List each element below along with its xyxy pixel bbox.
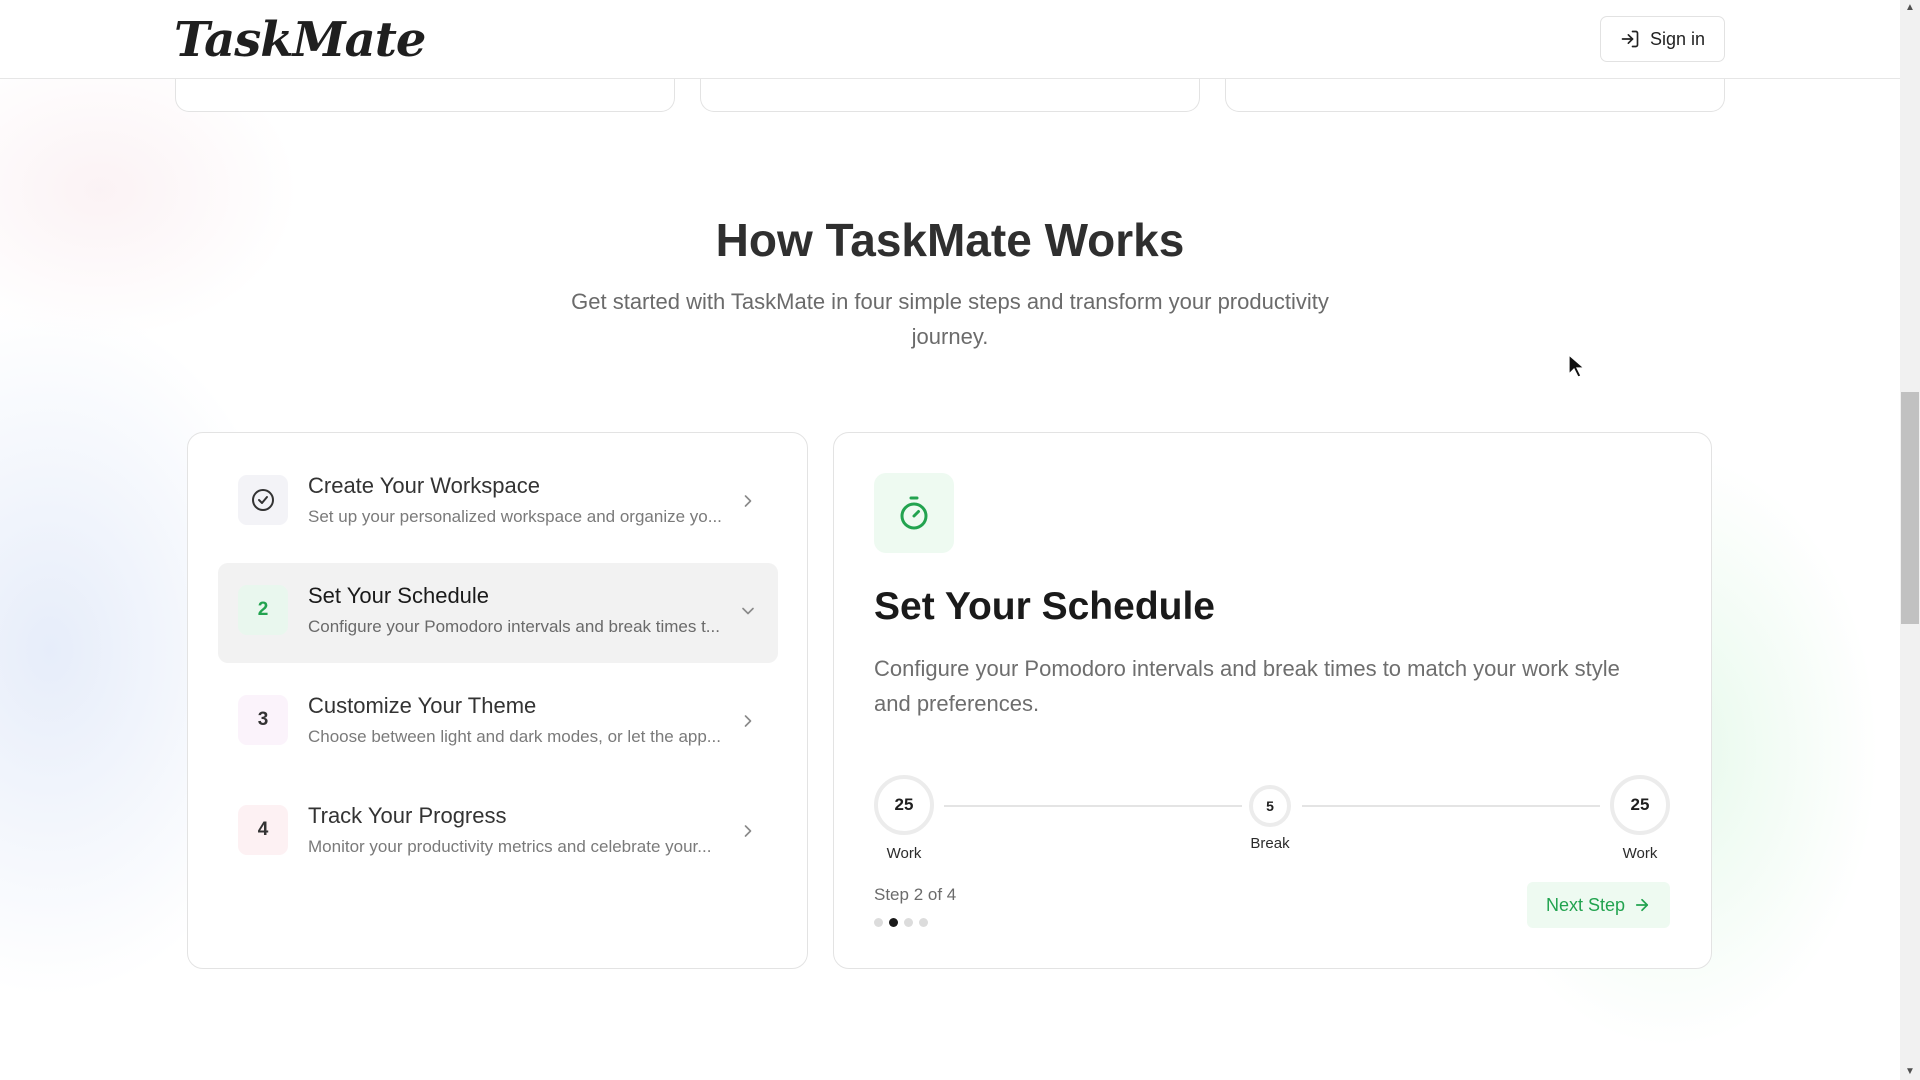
step-counter: Step 2 of 4 [874,885,957,904]
step-description: Choose between light and dark modes, or … [308,727,721,746]
section-title: How TaskMate Works [715,214,1185,266]
step-badge: 2 [238,585,288,635]
step-description: Configure your Pomodoro intervals and br… [308,617,720,636]
step-item-track-progress[interactable]: 4 Track Your Progress Monitor your produ… [218,783,778,883]
scroll-up-arrow-icon[interactable]: ▲ [1904,2,1916,14]
scroll-down-arrow-icon[interactable]: ▼ [1904,1066,1916,1078]
step-dot[interactable] [904,918,913,927]
step-dot[interactable] [874,918,883,927]
timeline-value: 5 [1266,798,1274,814]
step-title: Track Your Progress [308,803,507,828]
step-detail-card: Set Your Schedule Configure your Pomodor… [833,432,1712,969]
sign-in-icon [1621,30,1639,48]
step-description: Monitor your productivity metrics and ce… [308,837,712,856]
detail-icon-box [874,473,954,553]
step-dot[interactable] [919,918,928,927]
page-scrollbar[interactable]: ▲ ▼ [1900,0,1920,1080]
top-navbar: TaskMate Sign in [0,0,1900,79]
section-subtitle: Get started with TaskMate in four simple… [571,289,1329,349]
step-description: Set up your personalized workspace and o… [308,507,722,526]
step-title: Create Your Workspace [308,473,540,498]
timeline-connector [1302,805,1600,807]
steps-list-card: Create Your Workspace Set up your person… [187,432,808,969]
check-circle-icon [252,489,274,511]
stopwatch-icon [900,496,928,530]
chevron-down-icon [742,607,754,615]
logo[interactable]: TaskMate [174,12,426,68]
step-item-set-schedule[interactable]: 2 Set Your Schedule Configure your Pomod… [218,563,778,663]
timeline-node-break: 5 [1249,785,1291,827]
next-step-button[interactable]: Next Step [1527,882,1670,928]
scrollbar-thumb[interactable] [1901,392,1919,624]
sign-in-button[interactable]: Sign in [1600,16,1725,62]
chevron-right-icon [744,715,752,727]
mouse-cursor-icon [1568,354,1586,378]
timeline-label: Work [886,845,922,862]
next-step-label: Next Step [1545,894,1626,915]
timeline-value: 25 [1630,795,1650,814]
step-badge: 4 [238,805,288,855]
step-dot-active[interactable] [889,918,898,927]
timeline-label: Work [1622,845,1658,862]
chevron-right-icon [744,495,752,507]
timeline-label: Break [1250,835,1290,852]
step-title: Customize Your Theme [308,693,537,718]
timeline-node-work: 25 [1610,775,1670,835]
step-badge: 3 [238,695,288,745]
timeline-value: 25 [894,795,914,814]
timeline-node-work: 25 [874,775,934,835]
step-title: Set Your Schedule [308,583,490,608]
step-item-customize-theme[interactable]: 3 Customize Your Theme Choose between li… [218,673,778,773]
sign-in-label: Sign in [1649,28,1706,49]
detail-description: Configure your Pomodoro intervals and br… [874,656,1620,716]
timeline-connector [944,805,1242,807]
chevron-right-icon [744,825,752,837]
arrow-right-icon [1635,898,1649,912]
detail-title: Set Your Schedule [874,585,1215,628]
pomodoro-timeline: 25 Work 5 Break 25 Work [874,761,1674,862]
step-badge [238,475,288,525]
step-item-create-workspace[interactable]: Create Your Workspace Set up your person… [218,453,778,553]
step-indicator-dots [874,918,928,927]
